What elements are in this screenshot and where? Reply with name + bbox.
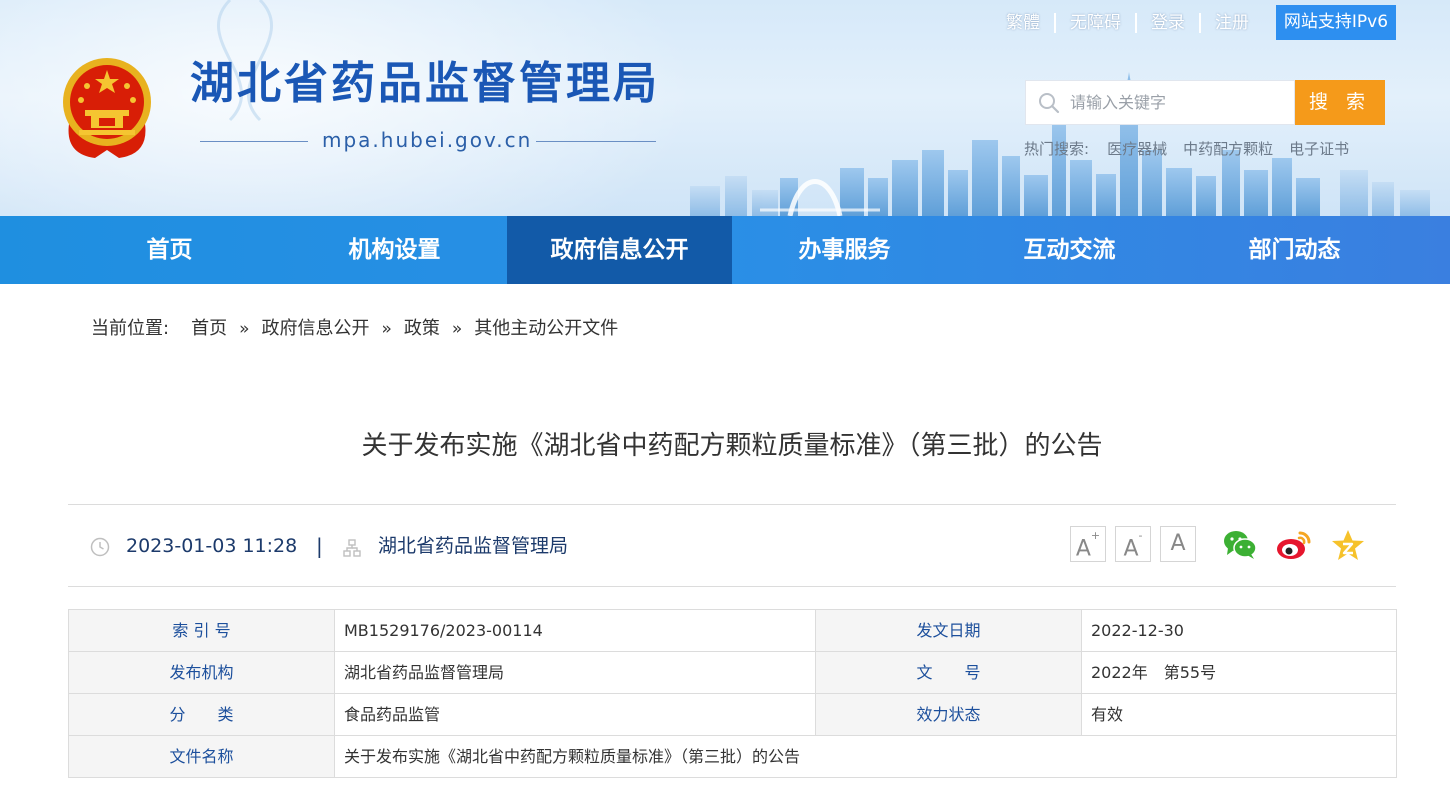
domain-divider-right xyxy=(536,141,656,142)
weibo-icon[interactable] xyxy=(1276,528,1312,562)
breadcrumb-label: 当前位置: xyxy=(91,318,170,339)
hot-search: 热门搜索: 医疗器械 中药配方颗粒 电子证书 xyxy=(1024,139,1365,159)
organization-icon xyxy=(343,539,361,557)
divider-top xyxy=(68,504,1396,505)
breadcrumb-item-policy[interactable]: 政策 xyxy=(404,316,440,342)
breadcrumb: 当前位置: 首页 » 政府信息公开 » 政策 » 其他主动公开文件 xyxy=(91,316,618,342)
site-header: 湖北省药品监督管理局 mpa.hubei.gov.cn 繁體 无障碍 登录 注册… xyxy=(0,0,1450,216)
category-label: 分 类 xyxy=(68,693,335,736)
hot-search-item[interactable]: 中药配方颗粒 xyxy=(1183,139,1273,159)
hot-search-item[interactable]: 电子证书 xyxy=(1289,139,1349,159)
site-domain: mpa.hubei.gov.cn xyxy=(322,128,533,152)
font-increase-button[interactable]: A+ xyxy=(1070,526,1106,562)
top-link-traditional[interactable]: 繁體 xyxy=(1006,9,1040,37)
national-emblem-icon xyxy=(63,58,151,158)
nav-item-home[interactable]: 首页 xyxy=(57,216,282,284)
table-row: 分 类 食品药品监管 效力状态 有效 xyxy=(68,693,1397,736)
document-number-value: 2022年 第55号 xyxy=(1081,651,1397,694)
divider-bottom xyxy=(68,586,1396,587)
table-row: 文件名称 关于发布实施《湖北省中药配方颗粒质量标准》（第三批）的公告 xyxy=(68,735,1397,778)
domain-divider-left xyxy=(200,141,308,142)
publish-date: 2023-01-03 11:28 xyxy=(126,535,298,557)
table-row: 索 引 号 MB1529176/2023-00114 发文日期 2022-12-… xyxy=(68,609,1397,652)
breadcrumb-separator: » xyxy=(239,319,250,339)
top-links: 繁體 无障碍 登录 注册 xyxy=(1006,9,1249,37)
search-box xyxy=(1025,80,1295,125)
nav-item-services[interactable]: 办事服务 xyxy=(732,216,957,284)
article-title: 关于发布实施《湖北省中药配方颗粒质量标准》（第三批）的公告 xyxy=(361,431,1103,461)
top-link-divider xyxy=(1199,13,1201,33)
breadcrumb-separator: » xyxy=(381,319,392,339)
index-number-value: MB1529176/2023-00114 xyxy=(334,609,816,652)
issuer-label: 发布机构 xyxy=(68,651,335,694)
breadcrumb-item-gov-info[interactable]: 政府信息公开 xyxy=(261,316,369,342)
publish-source: 湖北省药品监督管理局 xyxy=(378,535,569,557)
search-input[interactable] xyxy=(1070,81,1290,124)
favorite-star-icon[interactable] xyxy=(1330,528,1366,562)
issue-date-label: 发文日期 xyxy=(815,609,1082,652)
wechat-icon[interactable] xyxy=(1222,528,1258,562)
clock-icon xyxy=(90,537,110,557)
top-link-divider xyxy=(1135,13,1137,33)
top-link-divider xyxy=(1054,13,1056,33)
breadcrumb-separator: » xyxy=(451,319,463,339)
font-decrease-button[interactable]: A- xyxy=(1115,526,1151,562)
site-title[interactable]: 湖北省药品监督管理局 xyxy=(190,62,660,106)
breadcrumb-item-other-files[interactable]: 其他主动公开文件 xyxy=(474,316,618,342)
issue-date-value: 2022-12-30 xyxy=(1081,609,1397,652)
top-link-login[interactable]: 登录 xyxy=(1151,9,1185,37)
hot-search-label: 热门搜索: xyxy=(1024,140,1090,158)
article-meta: 2023-01-03 11:28 | 湖北省药品监督管理局 A+ A- A xyxy=(68,506,1396,586)
index-number-label: 索 引 号 xyxy=(68,609,335,652)
nav-item-gov-info[interactable]: 政府信息公开 xyxy=(507,216,732,284)
category-value: 食品药品监管 xyxy=(334,693,816,736)
meta-divider: | xyxy=(316,534,323,558)
document-number-label: 文 号 xyxy=(815,651,1082,694)
document-info-table: 索 引 号 MB1529176/2023-00114 发文日期 2022-12-… xyxy=(68,609,1397,778)
font-reset-button[interactable]: A xyxy=(1160,526,1196,562)
top-link-accessibility[interactable]: 无障碍 xyxy=(1070,9,1121,37)
nav-item-department-news[interactable]: 部门动态 xyxy=(1182,216,1407,284)
validity-status-value: 有效 xyxy=(1081,693,1397,736)
search-button[interactable]: 搜 索 xyxy=(1295,80,1385,125)
validity-status-label: 效力状态 xyxy=(815,693,1082,736)
file-name-value: 关于发布实施《湖北省中药配方颗粒质量标准》（第三批）的公告 xyxy=(334,735,1397,778)
ipv6-badge: 网站支持IPv6 xyxy=(1276,5,1396,40)
issuer-value: 湖北省药品监督管理局 xyxy=(334,651,816,694)
top-link-register[interactable]: 注册 xyxy=(1215,9,1249,37)
search-icon xyxy=(1039,93,1060,114)
nav-item-organization[interactable]: 机构设置 xyxy=(282,216,507,284)
nav-item-interaction[interactable]: 互动交流 xyxy=(957,216,1182,284)
table-row: 发布机构 湖北省药品监督管理局 文 号 2022年 第55号 xyxy=(68,651,1397,694)
file-name-label: 文件名称 xyxy=(68,735,335,778)
hot-search-item[interactable]: 医疗器械 xyxy=(1107,139,1167,159)
main-nav: 首页 机构设置 政府信息公开 办事服务 互动交流 部门动态 xyxy=(0,216,1450,284)
breadcrumb-item-home[interactable]: 首页 xyxy=(191,316,227,342)
